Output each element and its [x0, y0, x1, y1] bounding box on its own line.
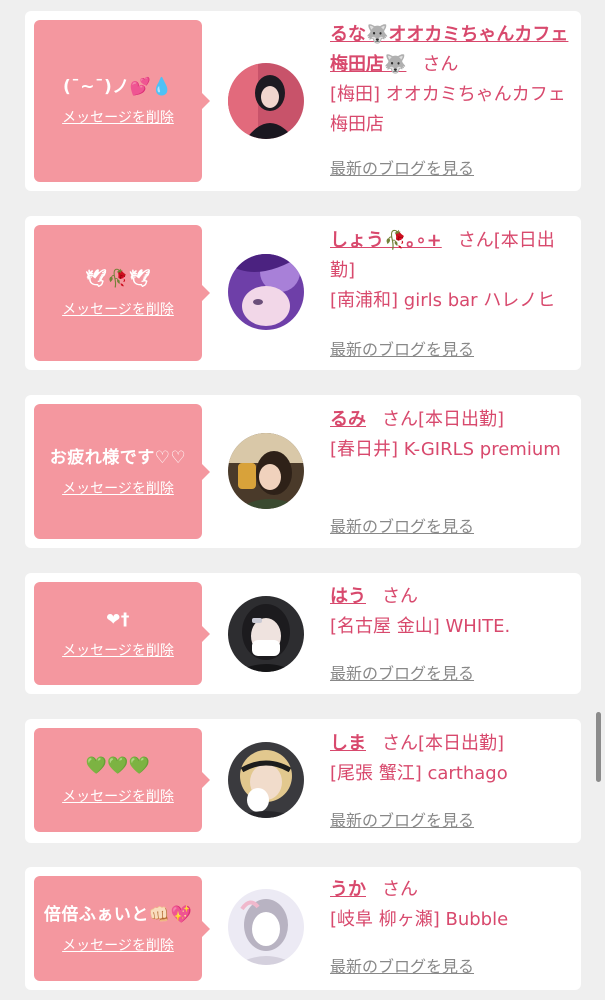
- avatar[interactable]: [228, 63, 304, 139]
- shop-name: [南浦和] girls bar ハレノヒ: [330, 290, 556, 311]
- latest-blog-link[interactable]: 最新のブログを見る: [330, 513, 474, 537]
- message-text: 🕊🥀🕊: [85, 269, 151, 289]
- avatar[interactable]: [228, 742, 304, 818]
- message-bubble: (ˉ~ˉ)ノ💕💧 メッセージを削除: [34, 20, 210, 182]
- shop-name: [尾張 蟹江] carthago: [330, 763, 508, 784]
- message-text: (ˉ~ˉ)ノ💕💧: [62, 77, 174, 97]
- delete-message-link[interactable]: メッセージを削除: [62, 640, 174, 660]
- honorific: さん: [382, 409, 418, 430]
- avatar[interactable]: [228, 889, 304, 965]
- message-card: お疲れ様です♡♡ メッセージを削除 るみ さん[本日出勤] [春日井] K-GIR…: [25, 395, 581, 548]
- message-bubble: お疲れ様です♡♡ メッセージを削除: [34, 404, 210, 539]
- delete-message-link[interactable]: メッセージを削除: [62, 935, 174, 955]
- status-badge: [本日出勤]: [418, 733, 505, 754]
- message-bubble: 倍倍ふぁいと👊🏻💖 メッセージを削除: [34, 876, 210, 981]
- shop-name: [梅田] オオカミちゃんカフェ梅田店: [330, 84, 566, 135]
- sender-info: るみ さん[本日出勤] [春日井] K-GIRLS premium: [330, 405, 570, 465]
- message-bubble: 💚💚💚 メッセージを削除: [34, 728, 210, 832]
- delete-message-link[interactable]: メッセージを削除: [62, 299, 174, 319]
- message-text: 倍倍ふぁいと👊🏻💖: [43, 904, 193, 925]
- honorific: さん: [422, 54, 459, 75]
- sender-name-link[interactable]: うか: [330, 879, 366, 900]
- latest-blog-link[interactable]: 最新のブログを見る: [330, 953, 474, 977]
- avatar[interactable]: [228, 254, 304, 330]
- avatar[interactable]: [228, 596, 304, 672]
- scrollbar[interactable]: [596, 712, 601, 782]
- delete-message-link[interactable]: メッセージを削除: [62, 478, 174, 498]
- message-card: 倍倍ふぁいと👊🏻💖 メッセージを削除 うか さん [岐阜 柳ヶ瀬] Bubble …: [25, 867, 581, 990]
- shop-name: [春日井] K-GIRLS premium: [330, 439, 561, 460]
- sender-name-link[interactable]: しょう🥀｡∘+: [330, 230, 442, 251]
- shop-name: [名古屋 金山] WHITE.: [330, 616, 511, 637]
- message-bubble: ❤† メッセージを削除: [34, 582, 210, 685]
- message-card: 🕊🥀🕊 メッセージを削除 しょう🥀｡∘+ さん[本日出勤] [南浦和] girls…: [25, 216, 581, 370]
- sender-info: るな🐺オオカミちゃんカフェ梅田店🐺 さん [梅田] オオカミちゃんカフェ梅田店: [330, 20, 570, 140]
- delete-message-link[interactable]: メッセージを削除: [62, 107, 174, 127]
- message-card: (ˉ~ˉ)ノ💕💧 メッセージを削除 るな🐺オオカミちゃんカフェ梅田店🐺 さん [梅…: [25, 11, 581, 191]
- message-bubble: 🕊🥀🕊 メッセージを削除: [34, 225, 210, 361]
- sender-name-link[interactable]: はう: [330, 586, 366, 607]
- honorific: さん: [382, 586, 418, 607]
- sender-info: はう さん [名古屋 金山] WHITE.: [330, 582, 570, 642]
- honorific: さん: [382, 879, 418, 900]
- shop-name: [岐阜 柳ヶ瀬] Bubble: [330, 909, 509, 930]
- sender-name-link[interactable]: るみ: [330, 409, 366, 430]
- sender-info: しょう🥀｡∘+ さん[本日出勤] [南浦和] girls bar ハレノヒ: [330, 226, 570, 316]
- message-text: お疲れ様です♡♡: [49, 447, 187, 468]
- sender-info: うか さん [岐阜 柳ヶ瀬] Bubble: [330, 875, 570, 935]
- message-card: 💚💚💚 メッセージを削除 しま さん[本日出勤] [尾張 蟹江] carthago…: [25, 719, 581, 843]
- avatar[interactable]: [228, 433, 304, 509]
- message-text: 💚💚💚: [85, 756, 151, 776]
- message-list-page: (ˉ~ˉ)ノ💕💧 メッセージを削除 るな🐺オオカミちゃんカフェ梅田店🐺 さん [梅…: [0, 0, 605, 1000]
- delete-message-link[interactable]: メッセージを削除: [62, 786, 174, 806]
- latest-blog-link[interactable]: 最新のブログを見る: [330, 660, 474, 684]
- status-badge: [本日出勤]: [418, 409, 505, 430]
- honorific: さん: [457, 230, 494, 251]
- message-text: ❤†: [106, 609, 130, 630]
- latest-blog-link[interactable]: 最新のブログを見る: [330, 807, 474, 831]
- sender-info: しま さん[本日出勤] [尾張 蟹江] carthago: [330, 729, 570, 789]
- message-card: ❤† メッセージを削除 はう さん [名古屋 金山] WHITE. 最新のブログを…: [25, 573, 581, 694]
- latest-blog-link[interactable]: 最新のブログを見る: [330, 336, 474, 360]
- latest-blog-link[interactable]: 最新のブログを見る: [330, 155, 474, 179]
- sender-name-link[interactable]: しま: [330, 733, 366, 754]
- honorific: さん: [382, 733, 418, 754]
